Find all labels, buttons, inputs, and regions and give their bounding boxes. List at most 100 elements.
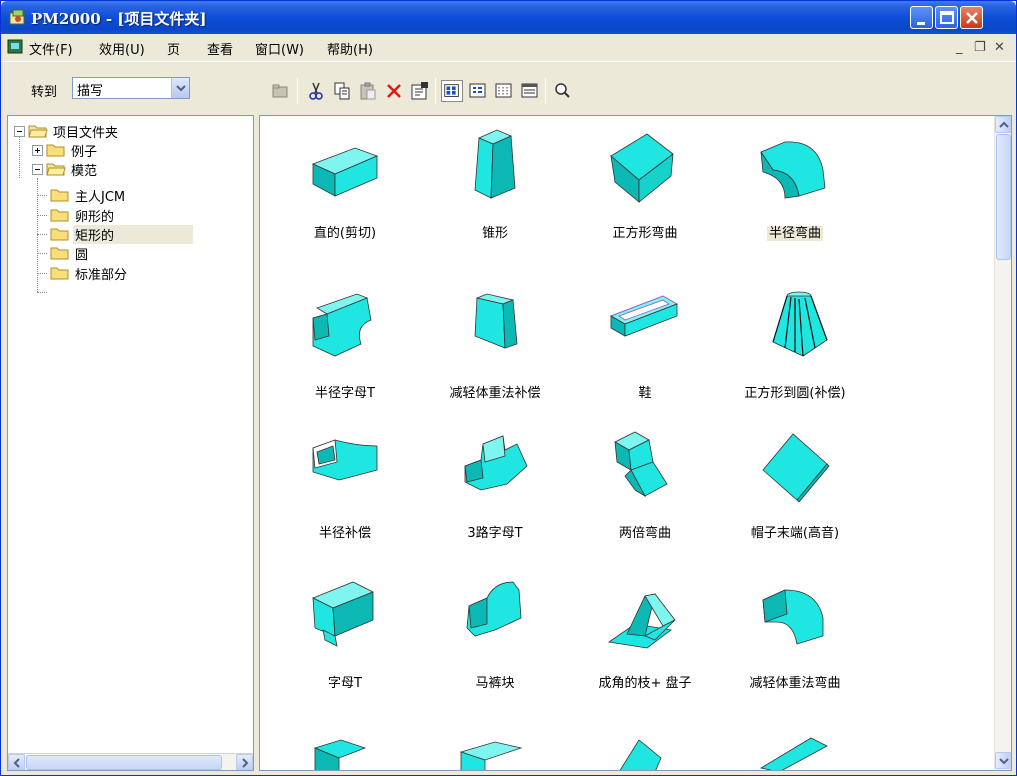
scroll-up-button[interactable] <box>995 116 1011 133</box>
tree-label: 圆 <box>75 247 89 263</box>
content-vertical-scrollbar[interactable] <box>994 116 1011 770</box>
tile-end-cap[interactable]: 帽子末端(高音) <box>720 426 870 576</box>
app-window: PM2000 - [项目文件夹] 文件(F) 效用(U) 页 查看 窗口(W) … <box>0 0 1017 776</box>
tree-label: 主人JCM <box>75 189 126 205</box>
tree-horizontal-scrollbar[interactable] <box>8 753 253 770</box>
tree-item-examples[interactable]: 例子 <box>32 141 99 160</box>
tree-item-round[interactable]: 圆 <box>50 244 90 263</box>
tile-label: 两倍弯曲 <box>618 526 671 541</box>
tile-label-text: 半径弯曲 <box>766 226 823 241</box>
tile-taper[interactable]: 锥形 <box>420 126 570 276</box>
menu-view[interactable]: 查看 <box>207 39 233 58</box>
chevron-up-icon <box>999 121 1009 128</box>
small-icons-view-icon[interactable] <box>467 80 489 102</box>
menu-window[interactable]: 窗口(W) <box>255 39 304 58</box>
folder-icon <box>50 228 69 241</box>
chevron-down-icon <box>999 758 1009 765</box>
title-bar[interactable]: PM2000 - [项目文件夹] <box>1 1 1016 34</box>
tile-radius-tee[interactable]: 半径字母T <box>270 286 420 436</box>
menu-file[interactable]: 文件(F) <box>29 39 73 58</box>
collapse-icon[interactable] <box>14 125 25 137</box>
scroll-down-button[interactable] <box>995 752 1011 769</box>
tile-square-elbow[interactable]: 正方形弯曲 <box>570 126 720 276</box>
tile-tee[interactable]: 字母T <box>270 576 420 726</box>
menu-bar: 文件(F) 效用(U) 页 查看 窗口(W) 帮助(H) _ ❐ ✕ <box>1 35 1016 59</box>
tree-item-rectangular[interactable]: 矩形的 <box>50 224 193 244</box>
scroll-thumb[interactable] <box>996 134 1011 260</box>
menu-help[interactable]: 帮助(H) <box>327 39 373 58</box>
tile-three-way-tee[interactable]: 3路字母T <box>420 426 570 576</box>
goto-select-value: 描写 <box>77 84 104 99</box>
chevron-right-icon <box>242 758 249 768</box>
tile-label: 减轻体重法补偿 <box>449 386 541 401</box>
goto-select[interactable]: 描写 <box>72 77 190 99</box>
mdi-restore-icon[interactable]: ❐ <box>974 40 986 55</box>
tree-label: 模范 <box>71 163 98 179</box>
large-icons-view-icon[interactable] <box>441 80 463 102</box>
collapse-icon[interactable] <box>32 163 43 175</box>
folder-icon <box>50 189 69 202</box>
tree-label: 矩形的 <box>73 224 193 244</box>
up-folder-icon[interactable] <box>269 80 291 102</box>
tree-label: 标准部分 <box>75 267 128 283</box>
partial-fitting-icon <box>313 739 367 770</box>
close-icon <box>966 12 978 24</box>
chevron-down-icon[interactable] <box>171 78 189 98</box>
tile-offset-bend[interactable]: 减轻体重法弯曲 <box>720 576 870 726</box>
tree-item-master-jcm[interactable]: 主人JCM <box>50 186 127 205</box>
tile-label: 鞋 <box>638 386 652 401</box>
partial-fitting-icon <box>619 739 662 770</box>
tile-double-bend[interactable]: 两倍弯曲 <box>570 426 720 576</box>
properties-icon[interactable] <box>409 80 431 102</box>
document-icon[interactable] <box>7 39 24 55</box>
radius-offset-icon <box>312 439 378 481</box>
details-view-icon[interactable] <box>519 80 541 102</box>
straight-duct-icon <box>311 147 379 197</box>
tree-item-standard-parts[interactable]: 标准部分 <box>50 264 129 283</box>
tile-label: 直的(剪切) <box>313 226 377 241</box>
maximize-button[interactable] <box>935 6 958 29</box>
mdi-minimize-icon[interactable]: _ <box>956 40 963 55</box>
folder-tree[interactable]: 项目文件夹 例子 模范 主人JCM 卵形的 矩形的 圆 标准部分 <box>7 115 254 771</box>
expand-icon[interactable] <box>32 144 43 156</box>
toolbar: 转到 描写 <box>1 61 1016 111</box>
tile-breeches[interactable]: 马裤块 <box>420 576 570 726</box>
tile-angled-branch[interactable]: 成角的枝+ 盘子 <box>570 576 720 726</box>
menu-page[interactable]: 页 <box>167 39 180 58</box>
scroll-right-button[interactable] <box>236 754 253 770</box>
scroll-left-button[interactable] <box>8 754 25 770</box>
tree-root[interactable]: 项目文件夹 <box>14 122 120 141</box>
tree-label: 项目文件夹 <box>53 125 119 141</box>
tile-label: 半径字母T <box>315 386 375 401</box>
mdi-close-icon[interactable]: ✕ <box>994 40 1005 55</box>
maximize-icon <box>940 11 954 24</box>
list-view-icon[interactable] <box>493 80 515 102</box>
tee-icon <box>312 581 374 647</box>
copy-icon[interactable] <box>331 80 353 102</box>
cut-icon[interactable] <box>305 80 327 102</box>
close-button[interactable] <box>960 6 983 29</box>
app-icon <box>9 9 25 25</box>
tile-shoe[interactable]: 鞋 <box>570 286 720 436</box>
find-icon[interactable] <box>551 80 573 102</box>
square-to-round-icon <box>772 291 828 357</box>
paste-icon[interactable] <box>357 80 379 102</box>
tile-label: 字母T <box>328 676 362 691</box>
tile-square-to-round[interactable]: 正方形到圆(补偿) <box>720 286 870 436</box>
component-grid[interactable]: 直的(剪切) 锥形 正方形弯曲 半径弯曲 半径字母T 减轻体重法补偿 鞋 正方形… <box>259 115 1012 771</box>
tile-radius-offset[interactable]: 半径补偿 <box>270 426 420 576</box>
tree-item-oval[interactable]: 卵形的 <box>50 206 116 225</box>
tile-radius-elbow[interactable]: 半径弯曲 <box>720 126 870 276</box>
tile-offset[interactable]: 减轻体重法补偿 <box>420 286 570 436</box>
delete-icon[interactable] <box>383 80 405 102</box>
tile-label: 半径弯曲 <box>720 222 870 241</box>
end-cap-icon <box>762 433 830 503</box>
minimize-button[interactable] <box>910 6 933 29</box>
tree-item-templates[interactable]: 模范 <box>32 160 99 179</box>
folder-icon <box>50 209 69 222</box>
tile-straight[interactable]: 直的(剪切) <box>270 126 420 276</box>
menu-utility[interactable]: 效用(U) <box>99 39 145 58</box>
partial-fitting-icon <box>759 737 828 770</box>
scroll-thumb[interactable] <box>26 755 222 770</box>
tile-label: 马裤块 <box>475 676 515 691</box>
